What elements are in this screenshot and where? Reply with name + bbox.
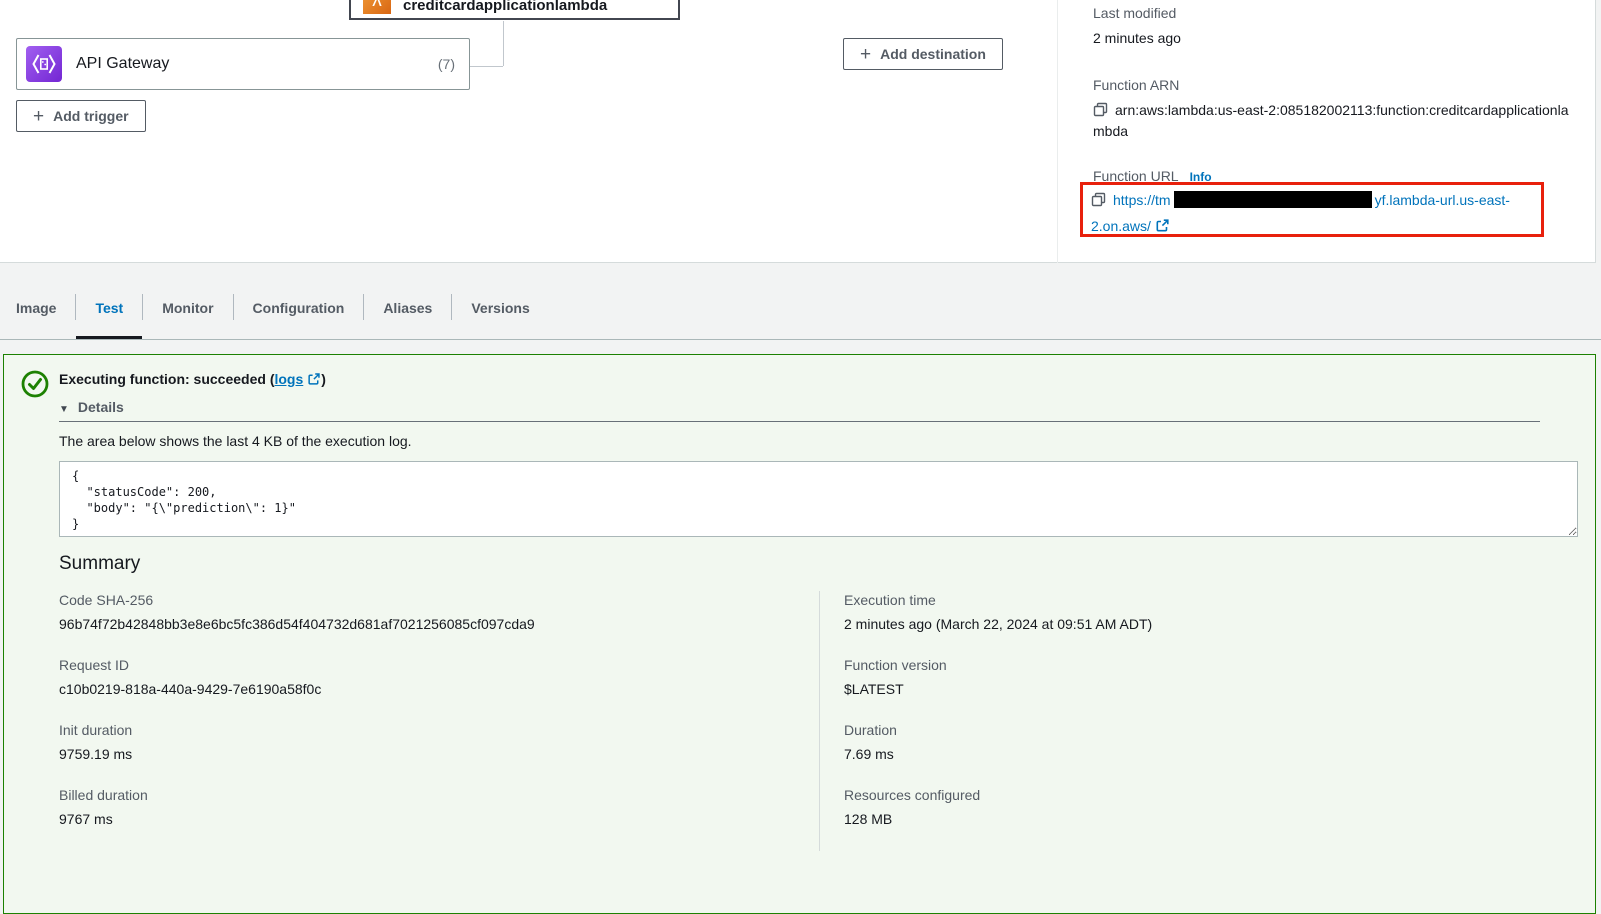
- tab-aliases[interactable]: Aliases: [364, 277, 451, 339]
- lambda-icon: [363, 0, 391, 14]
- execution-result-alert: Executing function: succeeded (logs ) De…: [3, 354, 1596, 914]
- summary-columns: Code SHA-256 96b74f72b42848bb3e8e6bc5fc3…: [59, 591, 1579, 851]
- execution-status-line: Executing function: succeeded (logs ): [59, 370, 1579, 389]
- tab-test[interactable]: Test: [76, 277, 142, 339]
- status-suffix: ): [321, 371, 326, 387]
- status-prefix: Executing function: succeeded (: [59, 371, 274, 387]
- execution-log-output[interactable]: { "statusCode": 200, "body": "{\"predict…: [59, 461, 1578, 537]
- copy-arn-icon[interactable]: [1093, 102, 1108, 117]
- tab-image[interactable]: Image: [16, 277, 75, 339]
- function-tabs: Image Test Monitor Configuration Aliases…: [0, 263, 1601, 340]
- function-overview-card: creditcardapplicationlambda API Gateway …: [0, 0, 1596, 263]
- summary-field-request-id: Request ID c10b0219-818a-440a-9429-7e619…: [59, 656, 819, 698]
- add-destination-button[interactable]: Add destination: [843, 38, 1003, 70]
- external-link-icon: [1155, 218, 1170, 233]
- summary-field-function-version: Function version $LATEST: [844, 656, 1579, 698]
- function-arn-value: arn:aws:lambda:us-east-2:085182002113:fu…: [1093, 102, 1568, 139]
- summary-field-init-duration: Init duration 9759.19 ms: [59, 721, 819, 763]
- plus-icon: [860, 45, 871, 64]
- plus-icon: [33, 107, 44, 126]
- function-arn-label: Function ARN: [1093, 76, 1576, 94]
- add-destination-label: Add destination: [880, 46, 986, 62]
- tab-monitor[interactable]: Monitor: [143, 277, 232, 339]
- summary-right-column: Execution time 2 minutes ago (March 22, …: [819, 591, 1579, 851]
- function-url-link[interactable]: https://tmyf.lambda-url.us-east-2.on.aws…: [1091, 192, 1510, 234]
- details-divider: [59, 421, 1540, 422]
- copy-url-icon[interactable]: [1091, 192, 1106, 207]
- diagram-connector-horizontal: [470, 66, 503, 67]
- function-url-highlight-box: https://tmyf.lambda-url.us-east-2.on.aws…: [1080, 182, 1544, 237]
- external-link-icon: [307, 372, 321, 386]
- diagram-connector-vertical: [503, 21, 504, 66]
- summary-title: Summary: [59, 553, 1579, 575]
- tab-versions[interactable]: Versions: [452, 277, 548, 339]
- api-gateway-icon: [26, 46, 62, 82]
- summary-field-resources-configured: Resources configured 128 MB: [844, 786, 1579, 828]
- summary-left-column: Code SHA-256 96b74f72b42848bb3e8e6bc5fc3…: [59, 591, 819, 851]
- function-details-panel: Last modified 2 minutes ago Function ARN…: [1057, 0, 1596, 263]
- lambda-function-node[interactable]: creditcardapplicationlambda: [349, 0, 680, 20]
- tab-configuration[interactable]: Configuration: [234, 277, 364, 339]
- function-arn-row: arn:aws:lambda:us-east-2:085182002113:fu…: [1093, 100, 1571, 142]
- last-modified-value: 2 minutes ago: [1093, 28, 1576, 48]
- summary-field-duration: Duration 7.69 ms: [844, 721, 1579, 763]
- last-modified-label: Last modified: [1093, 4, 1576, 22]
- add-trigger-button[interactable]: Add trigger: [16, 100, 146, 132]
- log-note: The area below shows the last 4 KB of th…: [59, 432, 1579, 450]
- api-gateway-label: API Gateway: [76, 55, 169, 73]
- api-gateway-trigger-node[interactable]: API Gateway (7): [16, 38, 470, 90]
- details-expander[interactable]: Details: [59, 399, 124, 415]
- redaction-bar: [1174, 191, 1372, 208]
- add-trigger-label: Add trigger: [53, 108, 128, 124]
- summary-field-execution-time: Execution time 2 minutes ago (March 22, …: [844, 591, 1579, 633]
- details-label: Details: [78, 399, 124, 415]
- api-gateway-trigger-count: (7): [438, 56, 455, 72]
- summary-field-code-sha: Code SHA-256 96b74f72b42848bb3e8e6bc5fc3…: [59, 591, 819, 633]
- summary-field-billed-duration: Billed duration 9767 ms: [59, 786, 819, 828]
- function-url-prefix: https://tm: [1113, 192, 1171, 208]
- logs-link[interactable]: logs: [274, 371, 303, 387]
- success-check-icon: [20, 369, 50, 399]
- lambda-node-label: creditcardapplicationlambda: [403, 0, 607, 14]
- caret-down-icon: [59, 399, 69, 415]
